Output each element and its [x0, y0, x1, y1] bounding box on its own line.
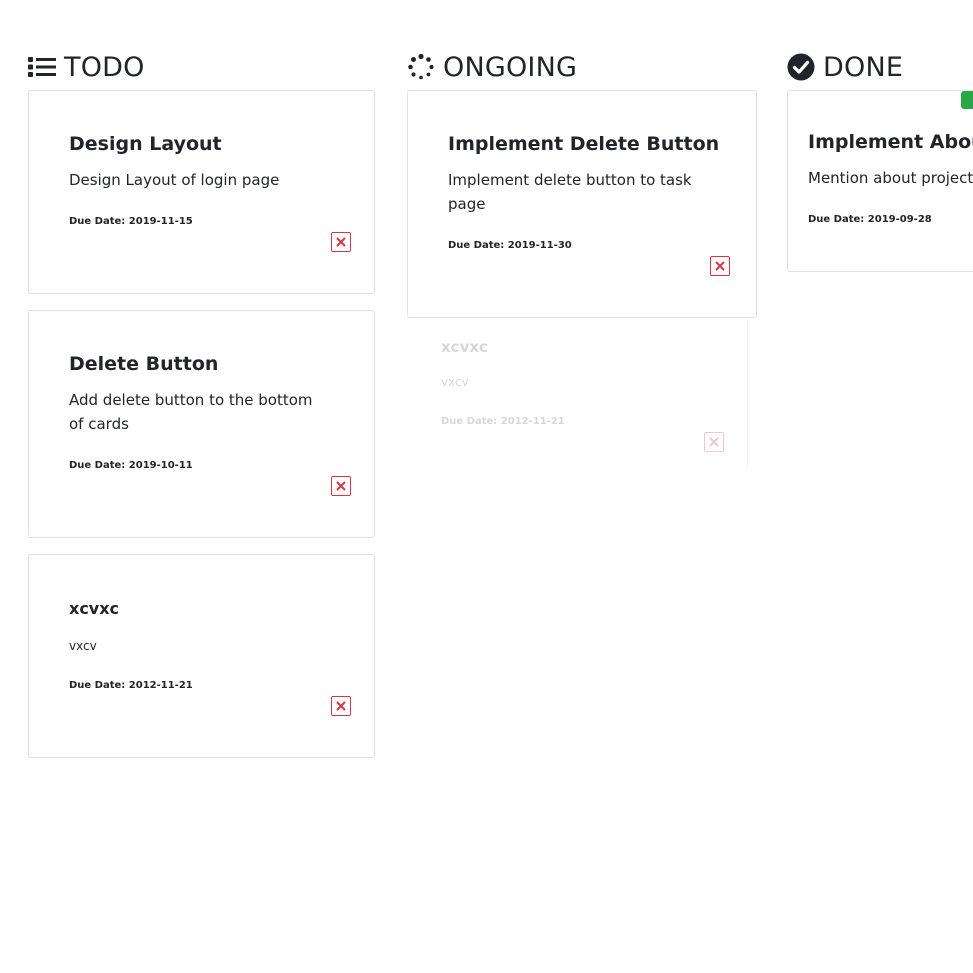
column-header-ongoing: ONGOING	[407, 48, 577, 86]
due-date-value: 2019-11-15	[128, 216, 193, 227]
due-date-label: Due Date:	[69, 680, 126, 691]
column-header-done: DONE	[787, 48, 903, 86]
task-title: Delete Button	[69, 353, 219, 375]
task-description: Mention about project a	[808, 169, 973, 187]
task-card[interactable]: Delete Button Add delete button to the b…	[28, 310, 375, 538]
kanban-board: TODO Design Layout Design Layout of logi…	[0, 0, 973, 973]
due-date-value: 2019-10-11	[128, 460, 193, 471]
delete-task-button[interactable]	[710, 256, 730, 276]
due-date-value: 2012-11-21	[128, 680, 193, 691]
task-description: Implement delete button to task page	[448, 171, 692, 213]
due-date-value: 2019-11-30	[507, 240, 572, 251]
status-badge	[961, 91, 973, 109]
column-title-ongoing: ONGOING	[443, 51, 578, 83]
delete-task-button[interactable]	[704, 432, 724, 452]
due-date-label: Due Date:	[808, 214, 865, 225]
due-date-label: Due Date:	[441, 416, 498, 427]
column-header-todo: TODO	[28, 48, 145, 86]
task-title: Implement Delete Button	[448, 133, 720, 155]
task-due-date: Due Date: 2019-09-28	[808, 214, 932, 225]
check-circle-icon	[787, 53, 815, 81]
close-icon	[336, 481, 346, 491]
task-title: Implement About	[808, 131, 973, 153]
close-icon	[336, 701, 346, 711]
task-card[interactable]: Implement About Mention about project a …	[787, 90, 973, 272]
delete-task-button[interactable]	[331, 476, 351, 496]
close-icon	[336, 237, 346, 247]
dragging-task-card[interactable]: xcvxc vxcv Due Date: 2012-11-21	[408, 320, 748, 470]
task-description: Design Layout of login page	[69, 171, 280, 189]
task-due-date: Due Date: 2019-11-15	[69, 216, 193, 227]
task-description: vxcv	[441, 375, 469, 389]
spinner-icon	[407, 53, 435, 81]
due-date-label: Due Date:	[69, 460, 126, 471]
task-due-date: Due Date: 2012-11-21	[441, 416, 565, 427]
task-title: Design Layout	[69, 133, 222, 155]
column-title-done: DONE	[823, 51, 904, 83]
column-title-todo: TODO	[64, 51, 145, 83]
task-card[interactable]: Design Layout Design Layout of login pag…	[28, 90, 375, 294]
task-due-date: Due Date: 2019-11-30	[448, 240, 572, 251]
task-description: vxcv	[69, 639, 97, 653]
task-description: Add delete button to the bottom of cards	[69, 391, 313, 433]
due-date-label: Due Date:	[448, 240, 505, 251]
due-date-value: 2012-11-21	[500, 416, 565, 427]
task-due-date: Due Date: 2019-10-11	[69, 460, 193, 471]
task-title: xcvxc	[441, 338, 488, 356]
close-icon	[709, 437, 719, 447]
due-date-label: Due Date:	[69, 216, 126, 227]
task-card[interactable]: xcvxc vxcv Due Date: 2012-11-21	[28, 554, 375, 758]
close-icon	[715, 261, 725, 271]
task-card[interactable]: Implement Delete Button Implement delete…	[407, 90, 757, 318]
delete-task-button[interactable]	[331, 696, 351, 716]
task-due-date: Due Date: 2012-11-21	[69, 680, 193, 691]
due-date-value: 2019-09-28	[867, 214, 932, 225]
list-icon	[28, 53, 56, 81]
task-title: xcvxc	[69, 599, 120, 618]
delete-task-button[interactable]	[331, 232, 351, 252]
